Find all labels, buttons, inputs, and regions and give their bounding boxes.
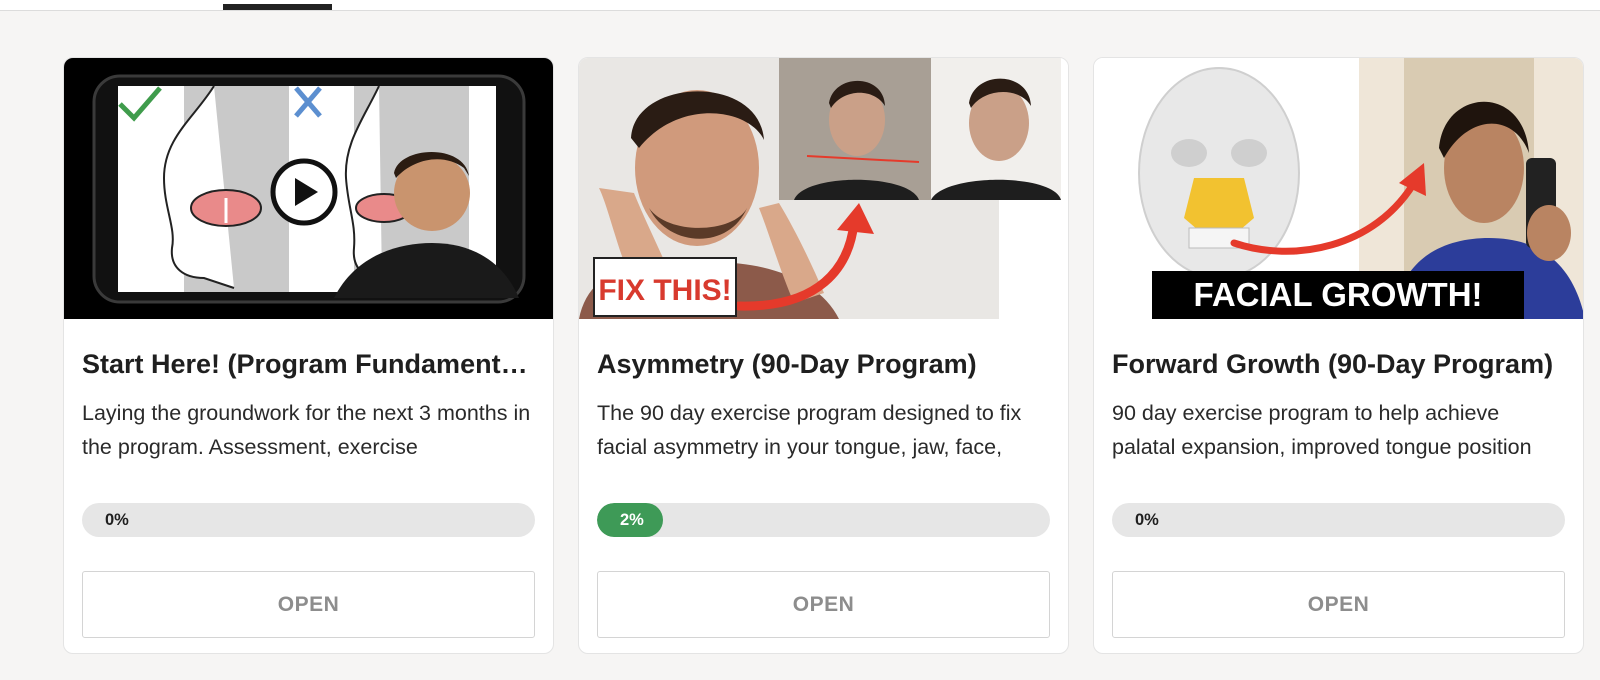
course-title[interactable]: Start Here! (Program Fundamentals) (82, 346, 535, 382)
thumbnail-image-fundamentals (64, 58, 553, 319)
thumbnail-image-asymmetry: FIX THIS! (579, 58, 1068, 319)
course-thumbnail[interactable] (64, 58, 553, 319)
course-card-list: Start Here! (Program Fundamentals) Layin… (63, 57, 1584, 654)
course-thumbnail[interactable]: FIX THIS! (579, 58, 1068, 319)
thumbnail-image-forward-growth: FACIAL GROWTH! (1094, 58, 1583, 319)
progress-label: 0% (105, 511, 129, 529)
course-card[interactable]: FACIAL GROWTH! Forward Growth (90-Day Pr… (1093, 57, 1584, 654)
top-nav-bar (0, 0, 1600, 11)
play-icon[interactable] (270, 158, 338, 226)
progress-bar: 2% (597, 503, 1050, 537)
thumbnail-overlay-text: FIX THIS! (598, 274, 731, 307)
thumbnail-overlay-text: FACIAL GROWTH! (1193, 276, 1482, 313)
active-tab-indicator (223, 4, 332, 10)
course-description: Laying the groundwork for the next 3 mon… (82, 401, 531, 459)
course-description: The 90 day exercise program designed to … (597, 401, 1022, 459)
progress-bar: 0% (1112, 503, 1565, 537)
progress-label: 0% (1135, 511, 1159, 529)
progress-bar: 0% (82, 503, 535, 537)
course-title[interactable]: Asymmetry (90-Day Program) (597, 346, 1050, 382)
course-card[interactable]: Start Here! (Program Fundamentals) Layin… (63, 57, 554, 654)
progress-label: 2% (620, 511, 644, 529)
course-description: 90 day exercise program to help achieve … (1112, 401, 1532, 459)
open-button[interactable]: OPEN (1112, 571, 1565, 638)
open-button[interactable]: OPEN (82, 571, 535, 638)
course-title[interactable]: Forward Growth (90-Day Program) (1112, 346, 1565, 382)
course-thumbnail[interactable]: FACIAL GROWTH! (1094, 58, 1583, 319)
course-card[interactable]: FIX THIS! Asymmetry (90-Day Program) The… (578, 57, 1069, 654)
open-button[interactable]: OPEN (597, 571, 1050, 638)
